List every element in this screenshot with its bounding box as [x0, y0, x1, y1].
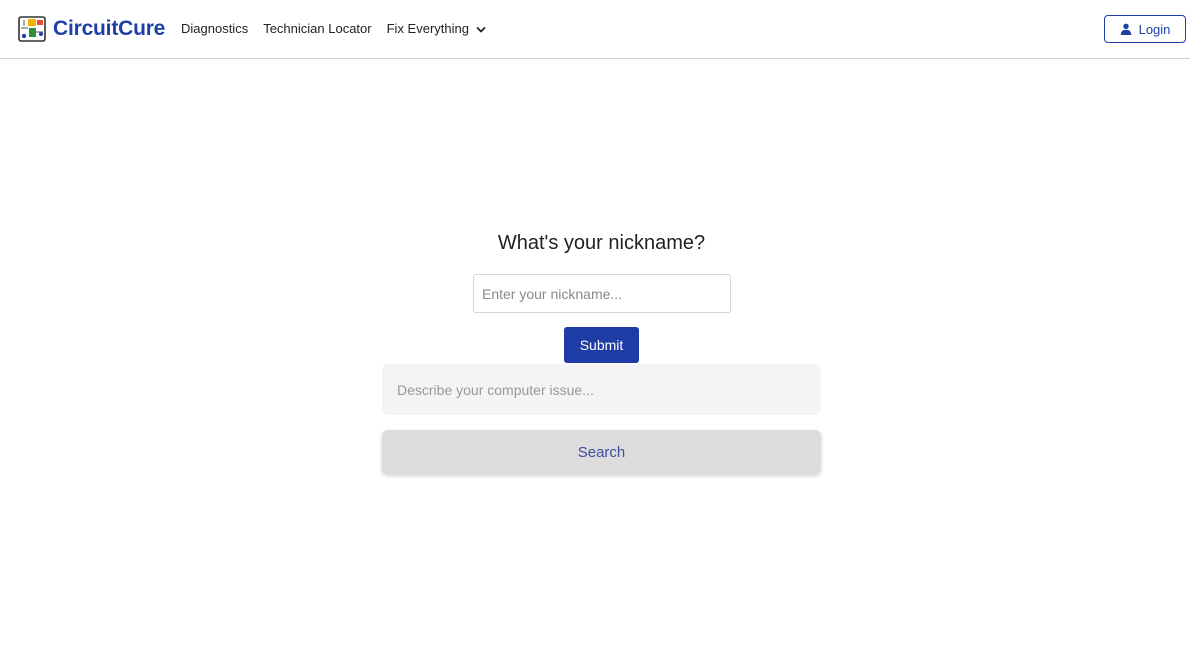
brand-link[interactable]: CircuitCure: [17, 14, 165, 44]
nav-fix-everything-dropdown[interactable]: Fix Everything: [387, 20, 487, 37]
login-label: Login: [1138, 21, 1171, 37]
nav-diagnostics[interactable]: Diagnostics: [181, 20, 248, 37]
submit-button[interactable]: Submit: [564, 327, 639, 363]
nickname-input[interactable]: [473, 274, 731, 313]
circuit-board-icon: [18, 16, 46, 42]
nav-technician-locator[interactable]: Technician Locator: [263, 20, 371, 37]
user-icon: [1120, 23, 1131, 35]
nav-fix-everything[interactable]: Fix Everything: [387, 20, 469, 37]
issue-description-input[interactable]: [382, 364, 821, 415]
top-navbar: CircuitCure Diagnostics Technician Locat…: [0, 0, 1190, 59]
main-nav: Diagnostics Technician Locator Fix Every…: [181, 20, 487, 37]
page-title: What's your nickname?: [497, 232, 706, 254]
login-button[interactable]: Login: [1104, 15, 1186, 43]
brand-name: CircuitCure: [53, 17, 166, 40]
chevron-down-icon[interactable]: [475, 24, 487, 36]
search-button[interactable]: Search: [382, 430, 821, 474]
